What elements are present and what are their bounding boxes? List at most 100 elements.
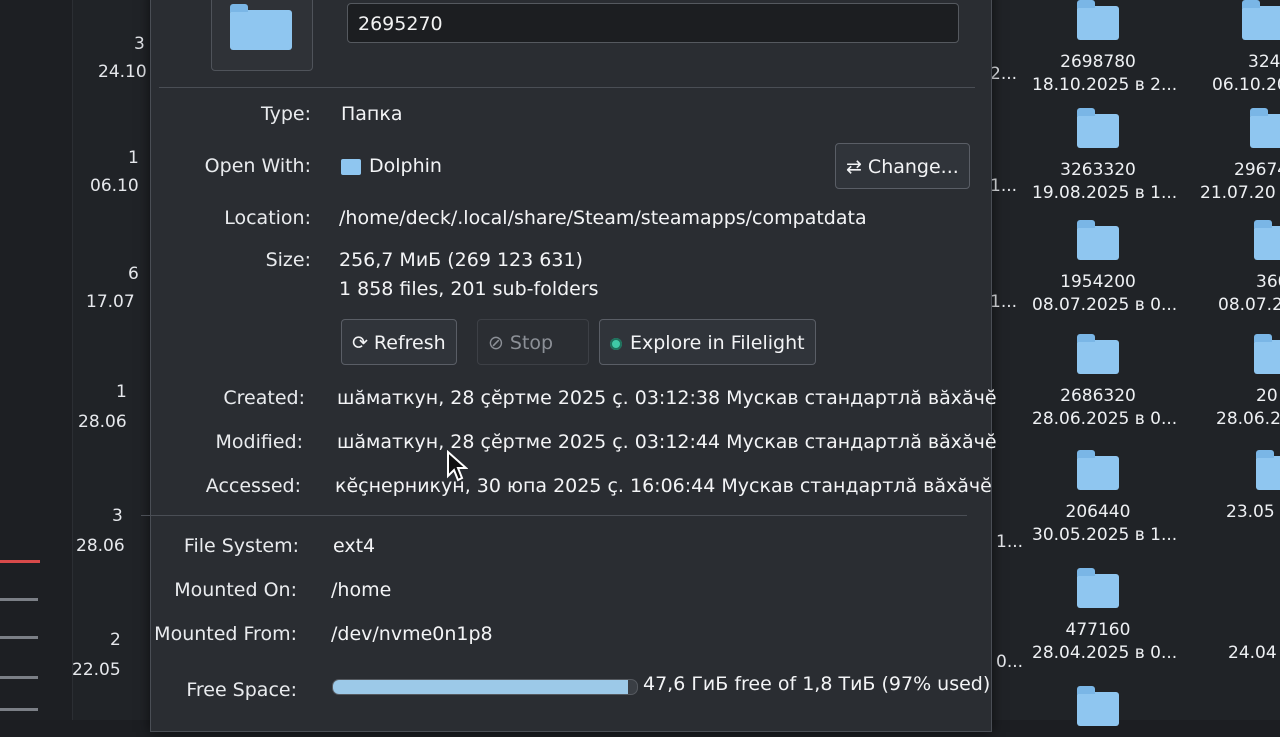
name-field[interactable]: 2695270 — [347, 3, 959, 43]
folder-item[interactable]: 296742 21.07.20 — [1200, 108, 1280, 205]
folder-icon — [1254, 220, 1280, 260]
sidebar-divider — [0, 598, 38, 601]
folder-item[interactable] — [1032, 686, 1164, 737]
file-date-truncated: 1... — [996, 532, 1024, 552]
folder-icon — [1077, 686, 1119, 726]
folder-icon — [1242, 0, 1280, 40]
folder-date: 30.05.2025 в 1... — [1032, 525, 1178, 545]
places-sidebar — [0, 0, 73, 720]
folder-date: 23.05 — [1226, 502, 1275, 522]
refresh-icon: ⟳ — [352, 332, 368, 354]
disk-usage-bar — [332, 679, 638, 695]
refresh-button[interactable]: ⟳ Refresh — [341, 319, 457, 365]
mounted-on-label: Mounted On: — [174, 579, 297, 601]
folder-name: 206440 — [1065, 502, 1131, 522]
folder-name: 296742 — [1234, 160, 1280, 180]
folder-item[interactable]: 2698780 18.10.2025 в 2... — [1032, 0, 1177, 97]
mounted-from-label: Mounted From: — [154, 623, 297, 645]
folder-item[interactable]: 23.05 — [1200, 450, 1280, 524]
folder-date: 19.08.2025 в 1... — [1032, 183, 1178, 203]
file-name: 1 — [116, 382, 127, 402]
file-name: 3 — [112, 506, 123, 526]
accessed-value: кӗҫнерникун, 30 юпа 2025 ç. 16:06:44 Мус… — [335, 475, 992, 497]
file-date-truncated: 0... — [996, 652, 1024, 672]
file-date-truncated: 1... — [990, 176, 1018, 196]
folder-item[interactable]: 477160 28.04.2025 в 0... — [1032, 568, 1177, 665]
folder-icon — [1077, 220, 1119, 260]
folder-name: 2698780 — [1060, 52, 1136, 72]
disk-usage-fill — [333, 680, 628, 694]
folder-icon — [1077, 0, 1119, 40]
stop-button-label: Stop — [509, 332, 554, 354]
size-label: Size: — [265, 249, 311, 271]
folder-item[interactable]: 1954200 08.07.2025 в 0... — [1032, 220, 1177, 317]
mouse-cursor-icon — [447, 450, 468, 482]
open-with-app-name: Dolphin — [369, 155, 442, 177]
file-view-left: 3 24.10 1 06.10 6 17.07 1 28.06 3 28.06 … — [0, 0, 150, 720]
created-value: шӑматкун, 28 ҫӗртме 2025 ç. 03:12:38 Мус… — [337, 387, 997, 409]
file-date: 06.10 — [90, 176, 139, 196]
size-value: 256,7 МиБ (269 123 631) — [339, 249, 583, 271]
folder-item[interactable]: 360 08.07.2 — [1200, 220, 1280, 317]
sidebar-usage-bar — [0, 560, 40, 563]
stop-button[interactable]: ⊘ Stop — [477, 319, 589, 365]
folder-icon-button[interactable] — [211, 0, 313, 71]
folder-date: 18.10.2025 в 2... — [1032, 75, 1178, 95]
free-space-value: 47,6 ГиБ free of 1,8 ТиБ (97% used) — [643, 673, 991, 695]
accessed-label: Accessed: — [205, 475, 301, 497]
file-system-value: ext4 — [333, 535, 376, 557]
folder-icon — [1077, 568, 1119, 608]
file-date-truncated: 2... — [990, 64, 1018, 84]
folder-icon — [1077, 108, 1119, 148]
folder-icon — [1077, 450, 1119, 490]
open-with-value: Dolphin — [341, 155, 442, 177]
size-counts: 1 858 files, 201 sub-folders — [339, 278, 599, 300]
folder-name: 477160 — [1065, 620, 1131, 640]
file-date: 24.10 — [98, 62, 147, 82]
folder-item[interactable]: 20 28.06.2 — [1200, 334, 1280, 431]
explore-filelight-button[interactable]: Explore in Filelight — [599, 319, 816, 365]
sidebar-divider — [0, 636, 38, 639]
explore-filelight-label: Explore in Filelight — [630, 332, 805, 354]
type-label: Type: — [260, 103, 311, 125]
folder-item[interactable]: 32480 06.10.2025 — [1200, 0, 1280, 97]
file-date: 28.06 — [76, 536, 125, 556]
folder-name: 1954200 — [1060, 272, 1136, 292]
filelight-icon — [610, 337, 622, 350]
folder-name: 20 — [1256, 386, 1278, 406]
file-date: 17.07 — [86, 292, 135, 312]
change-button[interactable]: ⇄ Change... — [835, 143, 970, 189]
open-with-label: Open With: — [204, 155, 311, 177]
folder-name: 360 — [1256, 272, 1280, 292]
folder-date: 24.04 — [1228, 643, 1277, 663]
mounted-from-value: /dev/nvme0n1p8 — [331, 623, 493, 645]
folder-item[interactable]: 3263320 19.08.2025 в 1... — [1032, 108, 1177, 205]
folder-name: 32480 — [1248, 52, 1280, 72]
modified-value: шӑматкун, 28 ҫӗртме 2025 ç. 03:12:44 Мус… — [337, 431, 997, 453]
folder-date: 28.04.2025 в 0... — [1032, 643, 1178, 663]
folder-item[interactable]: 2686320 28.06.2025 в 0... — [1032, 334, 1177, 431]
type-value: Папка — [341, 103, 403, 125]
folder-item[interactable]: 206440 30.05.2025 в 1... — [1032, 450, 1177, 547]
stop-icon: ⊘ — [488, 332, 504, 354]
properties-dialog: 2695270 Type: Папка Open With: Dolphin ⇄… — [141, 0, 997, 732]
free-space-label: Free Space: — [186, 679, 297, 701]
dolphin-app-icon — [341, 158, 361, 175]
refresh-button-label: Refresh — [373, 332, 446, 354]
file-view-right: 2... 1... 1... 1... 0... 2698780 18.10.2… — [990, 0, 1280, 726]
folder-date: 08.07.2025 в 0... — [1032, 295, 1178, 315]
sidebar-divider — [0, 676, 38, 679]
folder-icon — [1077, 334, 1119, 374]
folder-date: 06.10.2025 — [1212, 75, 1280, 95]
folder-name: 3263320 — [1060, 160, 1136, 180]
file-system-label: File System: — [183, 535, 299, 557]
folder-item[interactable]: 24.04 — [1200, 574, 1280, 665]
file-date: 22.05 — [72, 660, 121, 680]
divider — [159, 87, 975, 88]
folder-date: 21.07.20 — [1200, 183, 1276, 203]
folder-date: 08.07.2 — [1218, 295, 1280, 315]
file-name: 1 — [128, 148, 139, 168]
change-button-label: Change... — [867, 156, 959, 178]
file-name: 2 — [110, 630, 121, 650]
divider — [141, 515, 967, 516]
